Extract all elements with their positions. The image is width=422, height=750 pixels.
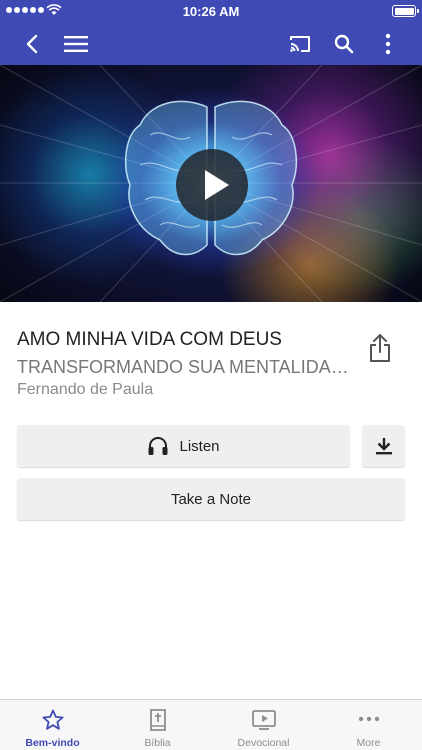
listen-label: Listen: [179, 437, 220, 455]
take-note-label: Take a Note: [170, 490, 252, 508]
menu-button[interactable]: [60, 28, 92, 60]
status-bar: 10:26 AM: [0, 0, 422, 22]
more-vertical-icon: [385, 33, 391, 55]
tab-devocional[interactable]: Devocional: [211, 700, 316, 750]
download-icon: [375, 438, 392, 455]
search-icon: [334, 34, 354, 54]
media-subtitle: TRANSFORMANDO SUA MENTALIDADE: [17, 357, 352, 377]
tab-label: Devocional: [237, 737, 290, 749]
video-icon: [211, 708, 316, 732]
cast-icon: [290, 36, 310, 52]
share-icon: [370, 334, 390, 362]
tab-label: Bem-vindo: [25, 737, 80, 749]
speaker-name: Fernando de Paula: [17, 381, 154, 398]
battery-icon: [392, 5, 419, 17]
more-options-button[interactable]: [372, 28, 404, 60]
tab-label: More: [356, 737, 381, 749]
take-note-button[interactable]: Take a Note: [17, 478, 405, 520]
status-time: 10:26 AM: [182, 4, 240, 19]
hamburger-menu-icon: [64, 36, 88, 52]
play-icon: [205, 170, 229, 200]
tab-bem-vindo[interactable]: Bem-vindo: [0, 700, 105, 750]
play-button[interactable]: [176, 149, 248, 221]
headphones-icon: [147, 436, 169, 456]
listen-button[interactable]: Listen: [17, 425, 350, 467]
tab-bar: Bem-vindo Bíblia Devocional More: [0, 699, 422, 750]
bible-icon: [105, 708, 210, 732]
chevron-left-icon: [26, 34, 38, 54]
cast-button[interactable]: [284, 28, 316, 60]
share-button[interactable]: [366, 332, 394, 364]
back-button[interactable]: [16, 28, 48, 60]
media-title: AMO MINHA VIDA COM DEUS: [17, 329, 282, 350]
download-button[interactable]: [362, 425, 405, 467]
star-icon: [0, 708, 105, 732]
media-thumbnail[interactable]: [0, 65, 422, 302]
tab-biblia[interactable]: Bíblia: [105, 700, 210, 750]
tab-label: Bíblia: [144, 737, 171, 749]
nav-bar: [0, 22, 422, 65]
tab-more[interactable]: More: [316, 700, 421, 750]
more-horizontal-icon: [316, 708, 421, 732]
search-button[interactable]: [328, 28, 360, 60]
